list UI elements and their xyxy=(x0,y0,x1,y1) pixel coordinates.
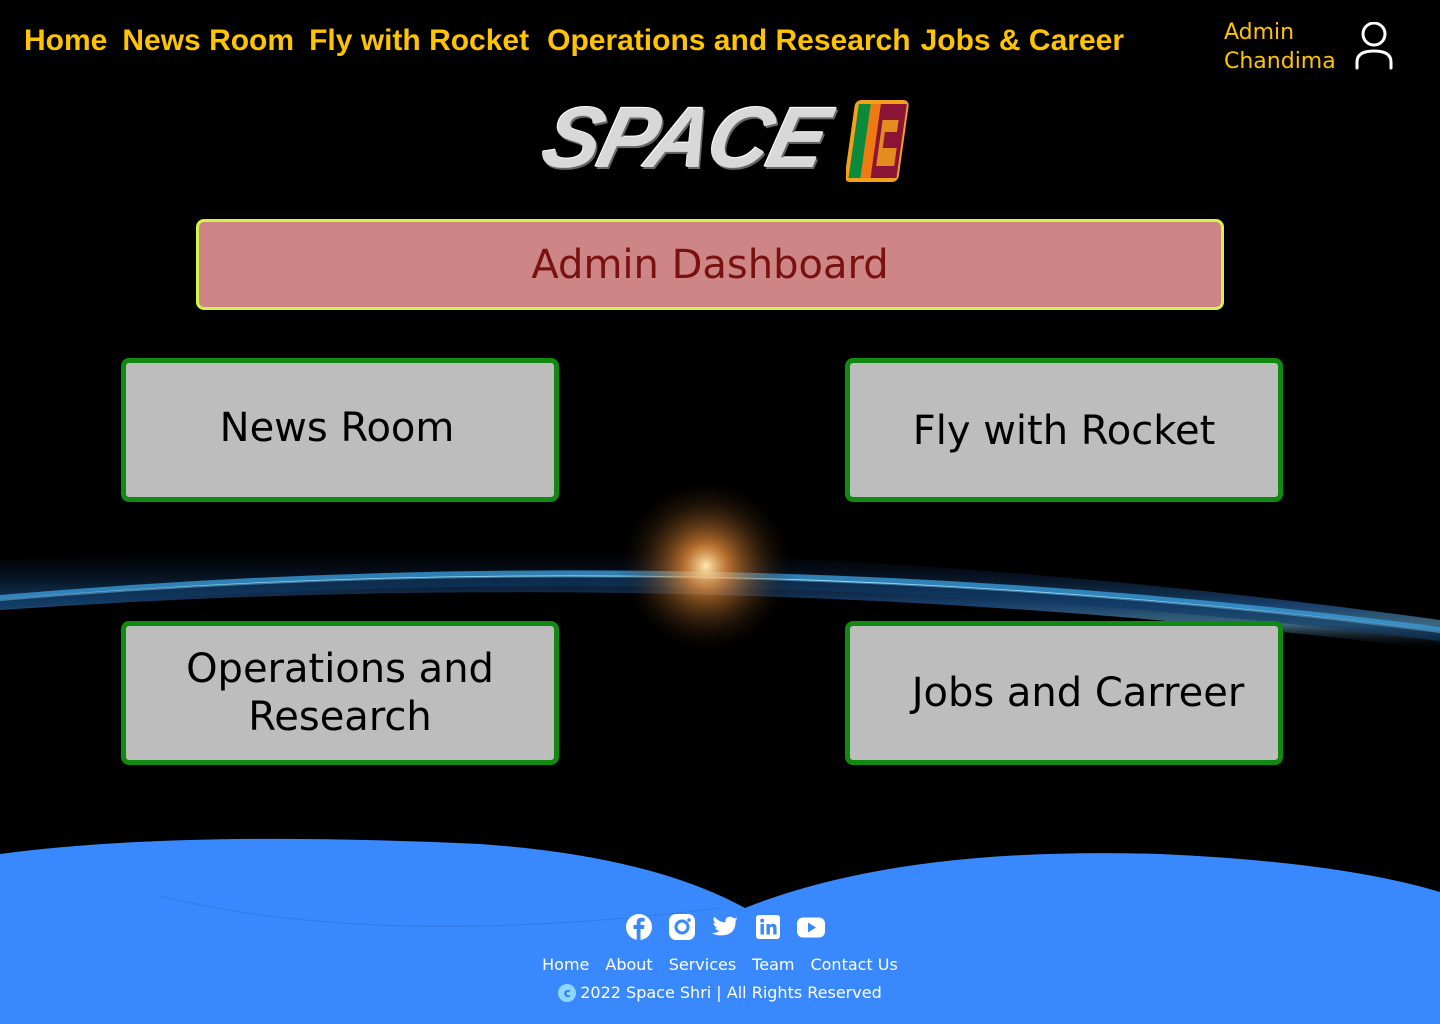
nav-fly-with-rocket[interactable]: Fly with Rocket xyxy=(309,22,529,60)
nav-jobs-and-career[interactable]: Jobs & Career xyxy=(921,22,1124,60)
tile-label: Jobs and Carreer xyxy=(911,670,1245,716)
footer-link-home[interactable]: Home xyxy=(542,955,589,974)
instagram-icon[interactable] xyxy=(667,912,697,942)
footer-link-contact-us[interactable]: Contact Us xyxy=(810,955,897,974)
fly-with-rocket-tile-button[interactable]: Fly with Rocket xyxy=(845,358,1283,502)
user-first-name: Chandima xyxy=(1224,49,1336,74)
footer-links: Home About Services Team Contact Us xyxy=(534,955,906,974)
logo-text: SPACE xyxy=(533,90,838,186)
facebook-icon[interactable] xyxy=(624,912,654,942)
main-nav: Home News Room Fly with Rocket Operation… xyxy=(24,22,1139,60)
youtube-icon[interactable] xyxy=(796,912,826,942)
admin-dashboard-banner: Admin Dashboard xyxy=(196,219,1224,310)
nav-home[interactable]: Home xyxy=(24,22,107,60)
news-room-tile-button[interactable]: News Room xyxy=(121,358,559,502)
footer-link-team[interactable]: Team xyxy=(752,955,794,974)
footer: Home About Services Team Contact Us c 20… xyxy=(0,912,1440,1002)
tile-label: News Room xyxy=(219,405,455,451)
jobs-and-career-tile-button[interactable]: Jobs and Carreer xyxy=(845,621,1283,765)
twitter-icon[interactable] xyxy=(710,912,740,942)
social-links xyxy=(624,912,826,942)
user-role: Admin xyxy=(1224,20,1295,45)
user-icon[interactable] xyxy=(1354,21,1394,76)
tile-label: Operations and Research xyxy=(186,646,494,740)
user-name: Admin Chandima xyxy=(1224,18,1354,76)
linkedin-icon[interactable] xyxy=(753,912,783,942)
user-account[interactable]: Admin Chandima xyxy=(1224,18,1394,76)
operations-and-research-tile-button[interactable]: Operations and Research xyxy=(121,621,559,765)
copyright-text: 2022 Space Shri | All Rights Reserved xyxy=(580,983,882,1002)
footer-link-about[interactable]: About xyxy=(605,955,652,974)
footer-link-services[interactable]: Services xyxy=(669,955,736,974)
nav-news-room[interactable]: News Room xyxy=(122,22,294,60)
nav-operations-and-research[interactable]: Operations and Research xyxy=(547,22,910,60)
tile-label: Fly with Rocket xyxy=(912,408,1216,454)
space-logo: SPACE xyxy=(533,90,924,192)
sri-lanka-flag-emblem-icon xyxy=(846,100,909,182)
copyright-icon: c xyxy=(558,983,577,1002)
page-title: Admin Dashboard xyxy=(531,241,889,288)
copyright: c 2022 Space Shri | All Rights Reserved xyxy=(558,983,882,1002)
